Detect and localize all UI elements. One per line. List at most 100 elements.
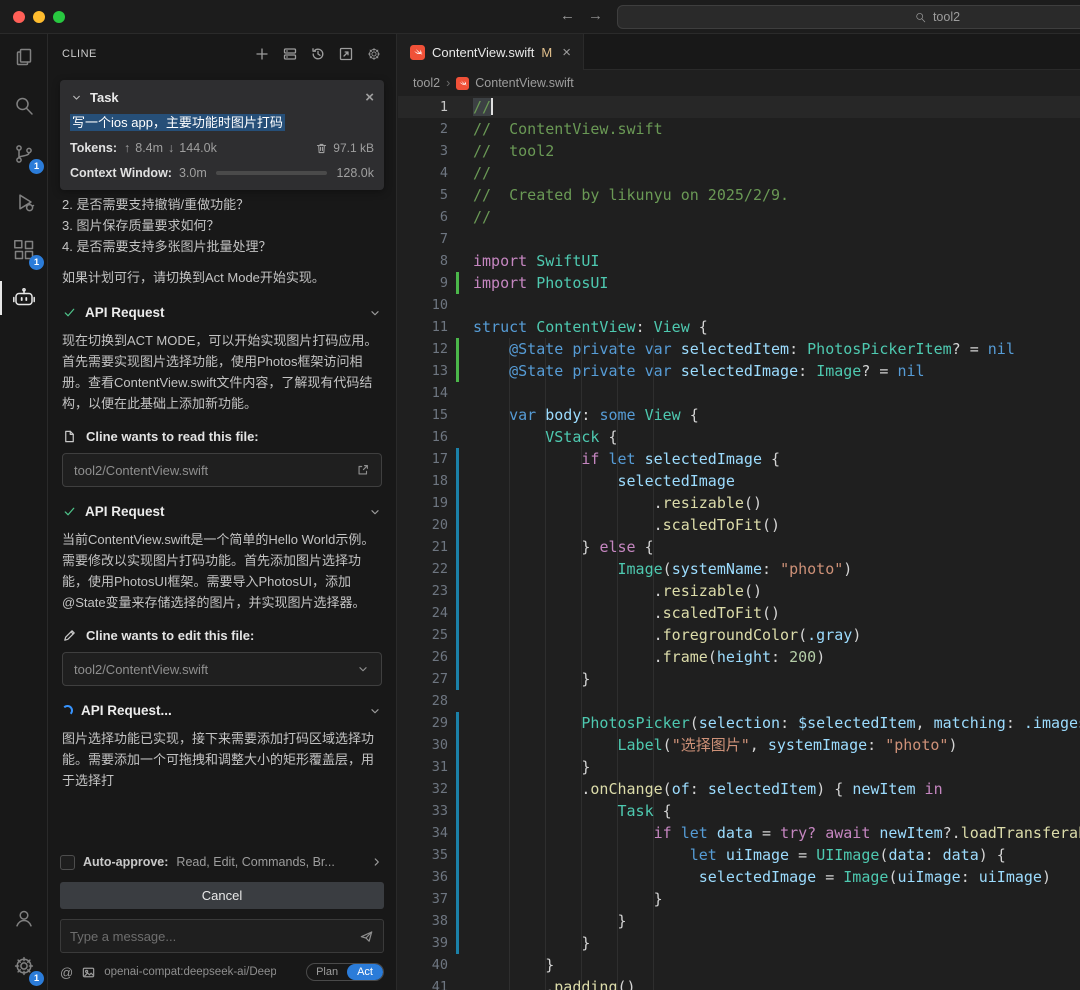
code-lines: 1//2// ContentView.swift3// tool24//5// … [398, 96, 1080, 990]
mention-icon[interactable]: @ [60, 965, 73, 980]
model-label[interactable]: openai-compat:deepseek-ai/DeepSee... [104, 966, 276, 978]
code-line[interactable]: 34 if let data = try? await newItem?.loa… [398, 822, 1080, 844]
chevron-down-icon[interactable] [70, 91, 83, 104]
code-line[interactable]: 10 [398, 294, 1080, 316]
code-line[interactable]: 19 .resizable() [398, 492, 1080, 514]
code-line[interactable]: 20 .scaledToFit() [398, 514, 1080, 536]
code-line[interactable]: 8import SwiftUI [398, 250, 1080, 272]
search-icon [12, 94, 36, 118]
file-path-box[interactable]: tool2/ContentView.swift [62, 453, 382, 487]
window-minimize-button[interactable] [33, 11, 45, 23]
code-line[interactable]: 11struct ContentView: View { [398, 316, 1080, 338]
code-line[interactable]: 22 Image(systemName: "photo") [398, 558, 1080, 580]
message-input-wrap [60, 919, 384, 953]
code-line[interactable]: 16 VStack { [398, 426, 1080, 448]
code-line[interactable]: 35 let uiImage = UIImage(data: data) { [398, 844, 1080, 866]
loading-spinner-icon [62, 705, 73, 716]
activity-bar-item-extensions[interactable]: 1 [0, 226, 48, 274]
task-close-button[interactable]: × [365, 90, 374, 105]
code-text: if let selectedImage { [459, 448, 780, 470]
code-line[interactable]: 2// ContentView.swift [398, 118, 1080, 140]
history-icon[interactable] [310, 46, 326, 62]
code-line[interactable]: 23 .resizable() [398, 580, 1080, 602]
breadcrumb-file[interactable]: ContentView.swift [475, 76, 573, 90]
code-line[interactable]: 6// [398, 206, 1080, 228]
code-line[interactable]: 1// [398, 96, 1080, 118]
api-request-header[interactable]: API Request... [62, 703, 382, 718]
breadcrumb-folder[interactable]: tool2 [413, 76, 440, 90]
line-number: 36 [398, 866, 448, 888]
code-line[interactable]: 30 Label("选择图片", systemImage: "photo") [398, 734, 1080, 756]
file-path-box[interactable]: tool2/ContentView.swift [62, 652, 382, 686]
code-line[interactable]: 24 .scaledToFit() [398, 602, 1080, 624]
tab-contentview-swift[interactable]: ContentView.swift M × [398, 34, 584, 70]
message-input[interactable] [70, 929, 353, 944]
act-mode-button[interactable]: Act [347, 964, 383, 980]
code-line[interactable]: 5// Created by likunyu on 2025/2/9. [398, 184, 1080, 206]
window-close-button[interactable] [13, 11, 25, 23]
cancel-button[interactable]: Cancel [60, 882, 384, 909]
code-line[interactable]: 33 Task { [398, 800, 1080, 822]
code-line[interactable]: 15 var body: some View { [398, 404, 1080, 426]
code-line[interactable]: 39 } [398, 932, 1080, 954]
code-line[interactable]: 28 [398, 690, 1080, 712]
nav-back-button[interactable]: ← [560, 7, 575, 24]
task-text[interactable]: 写一个ios app，主要功能时图片打码 [70, 114, 285, 131]
auto-approve-checkbox[interactable] [60, 855, 75, 870]
activity-bar-item-explorer[interactable] [0, 34, 48, 82]
activity-bar-item-run-debug[interactable] [0, 178, 48, 226]
line-number: 38 [398, 910, 448, 932]
code-line[interactable]: 31 } [398, 756, 1080, 778]
nav-forward-button[interactable]: → [588, 7, 603, 24]
code-editor[interactable]: 1//2// ContentView.swift3// tool24//5// … [398, 96, 1080, 990]
code-line[interactable]: 4// [398, 162, 1080, 184]
open-in-editor-icon[interactable] [338, 46, 354, 62]
code-line[interactable]: 36 selectedImage = Image(uiImage: uiImag… [398, 866, 1080, 888]
code-line[interactable]: 32 .onChange(of: selectedItem) { newItem… [398, 778, 1080, 800]
delete-task-button[interactable]: 97.1 kB [315, 141, 374, 155]
code-line[interactable]: 21 } else { [398, 536, 1080, 558]
code-line[interactable]: 29 PhotosPicker(selection: $selectedItem… [398, 712, 1080, 734]
settings-icon[interactable] [366, 46, 382, 62]
activity-bar-item-account[interactable] [0, 894, 48, 942]
tab-close-icon[interactable]: × [562, 45, 571, 60]
code-line[interactable]: 37 } [398, 888, 1080, 910]
window-zoom-button[interactable] [53, 11, 65, 23]
code-line[interactable]: 40 } [398, 954, 1080, 976]
code-text: import PhotosUI [459, 272, 608, 294]
code-line[interactable]: 3// tool2 [398, 140, 1080, 162]
code-line[interactable]: 7 [398, 228, 1080, 250]
auto-approve-row[interactable]: Auto-approve: Read, Edit, Commands, Br..… [60, 852, 384, 872]
mcp-server-icon[interactable] [282, 46, 298, 62]
code-line[interactable]: 38 } [398, 910, 1080, 932]
line-number: 30 [398, 734, 448, 756]
tool-action-text: Cline wants to read this file: [86, 429, 259, 444]
code-line[interactable]: 18 selectedImage [398, 470, 1080, 492]
activity-bar-item-source-control[interactable]: 1 [0, 130, 48, 178]
assistant-message: 当前ContentView.swift是一个简单的Hello World示例。需… [62, 529, 382, 613]
image-icon[interactable] [81, 965, 96, 980]
line-number: 15 [398, 404, 448, 426]
activity-bar-item-cline[interactable] [0, 274, 48, 322]
titlebar: ← → tool2 [0, 0, 1080, 34]
new-task-icon[interactable] [254, 46, 270, 62]
api-request-header[interactable]: API Request [62, 504, 382, 519]
code-line[interactable]: 14 [398, 382, 1080, 404]
code-line[interactable]: 26 .frame(height: 200) [398, 646, 1080, 668]
code-line[interactable]: 13 @State private var selectedImage: Ima… [398, 360, 1080, 382]
send-icon[interactable] [359, 929, 374, 944]
api-request-header[interactable]: API Request [62, 305, 382, 320]
code-text: VStack { [459, 426, 618, 448]
activity-bar-item-settings[interactable]: 1 [0, 942, 48, 990]
code-line[interactable]: 12 @State private var selectedItem: Phot… [398, 338, 1080, 360]
command-center-search[interactable]: tool2 [617, 5, 1080, 29]
code-line[interactable]: 9import PhotosUI [398, 272, 1080, 294]
activity-bar: 1 1 1 [0, 34, 48, 990]
activity-bar-item-search[interactable] [0, 82, 48, 130]
code-line[interactable]: 17 if let selectedImage { [398, 448, 1080, 470]
code-line[interactable]: 41 .padding() [398, 976, 1080, 990]
line-number: 12 [398, 338, 448, 360]
code-line[interactable]: 27 } [398, 668, 1080, 690]
plan-mode-button[interactable]: Plan [307, 964, 347, 980]
code-line[interactable]: 25 .foregroundColor(.gray) [398, 624, 1080, 646]
